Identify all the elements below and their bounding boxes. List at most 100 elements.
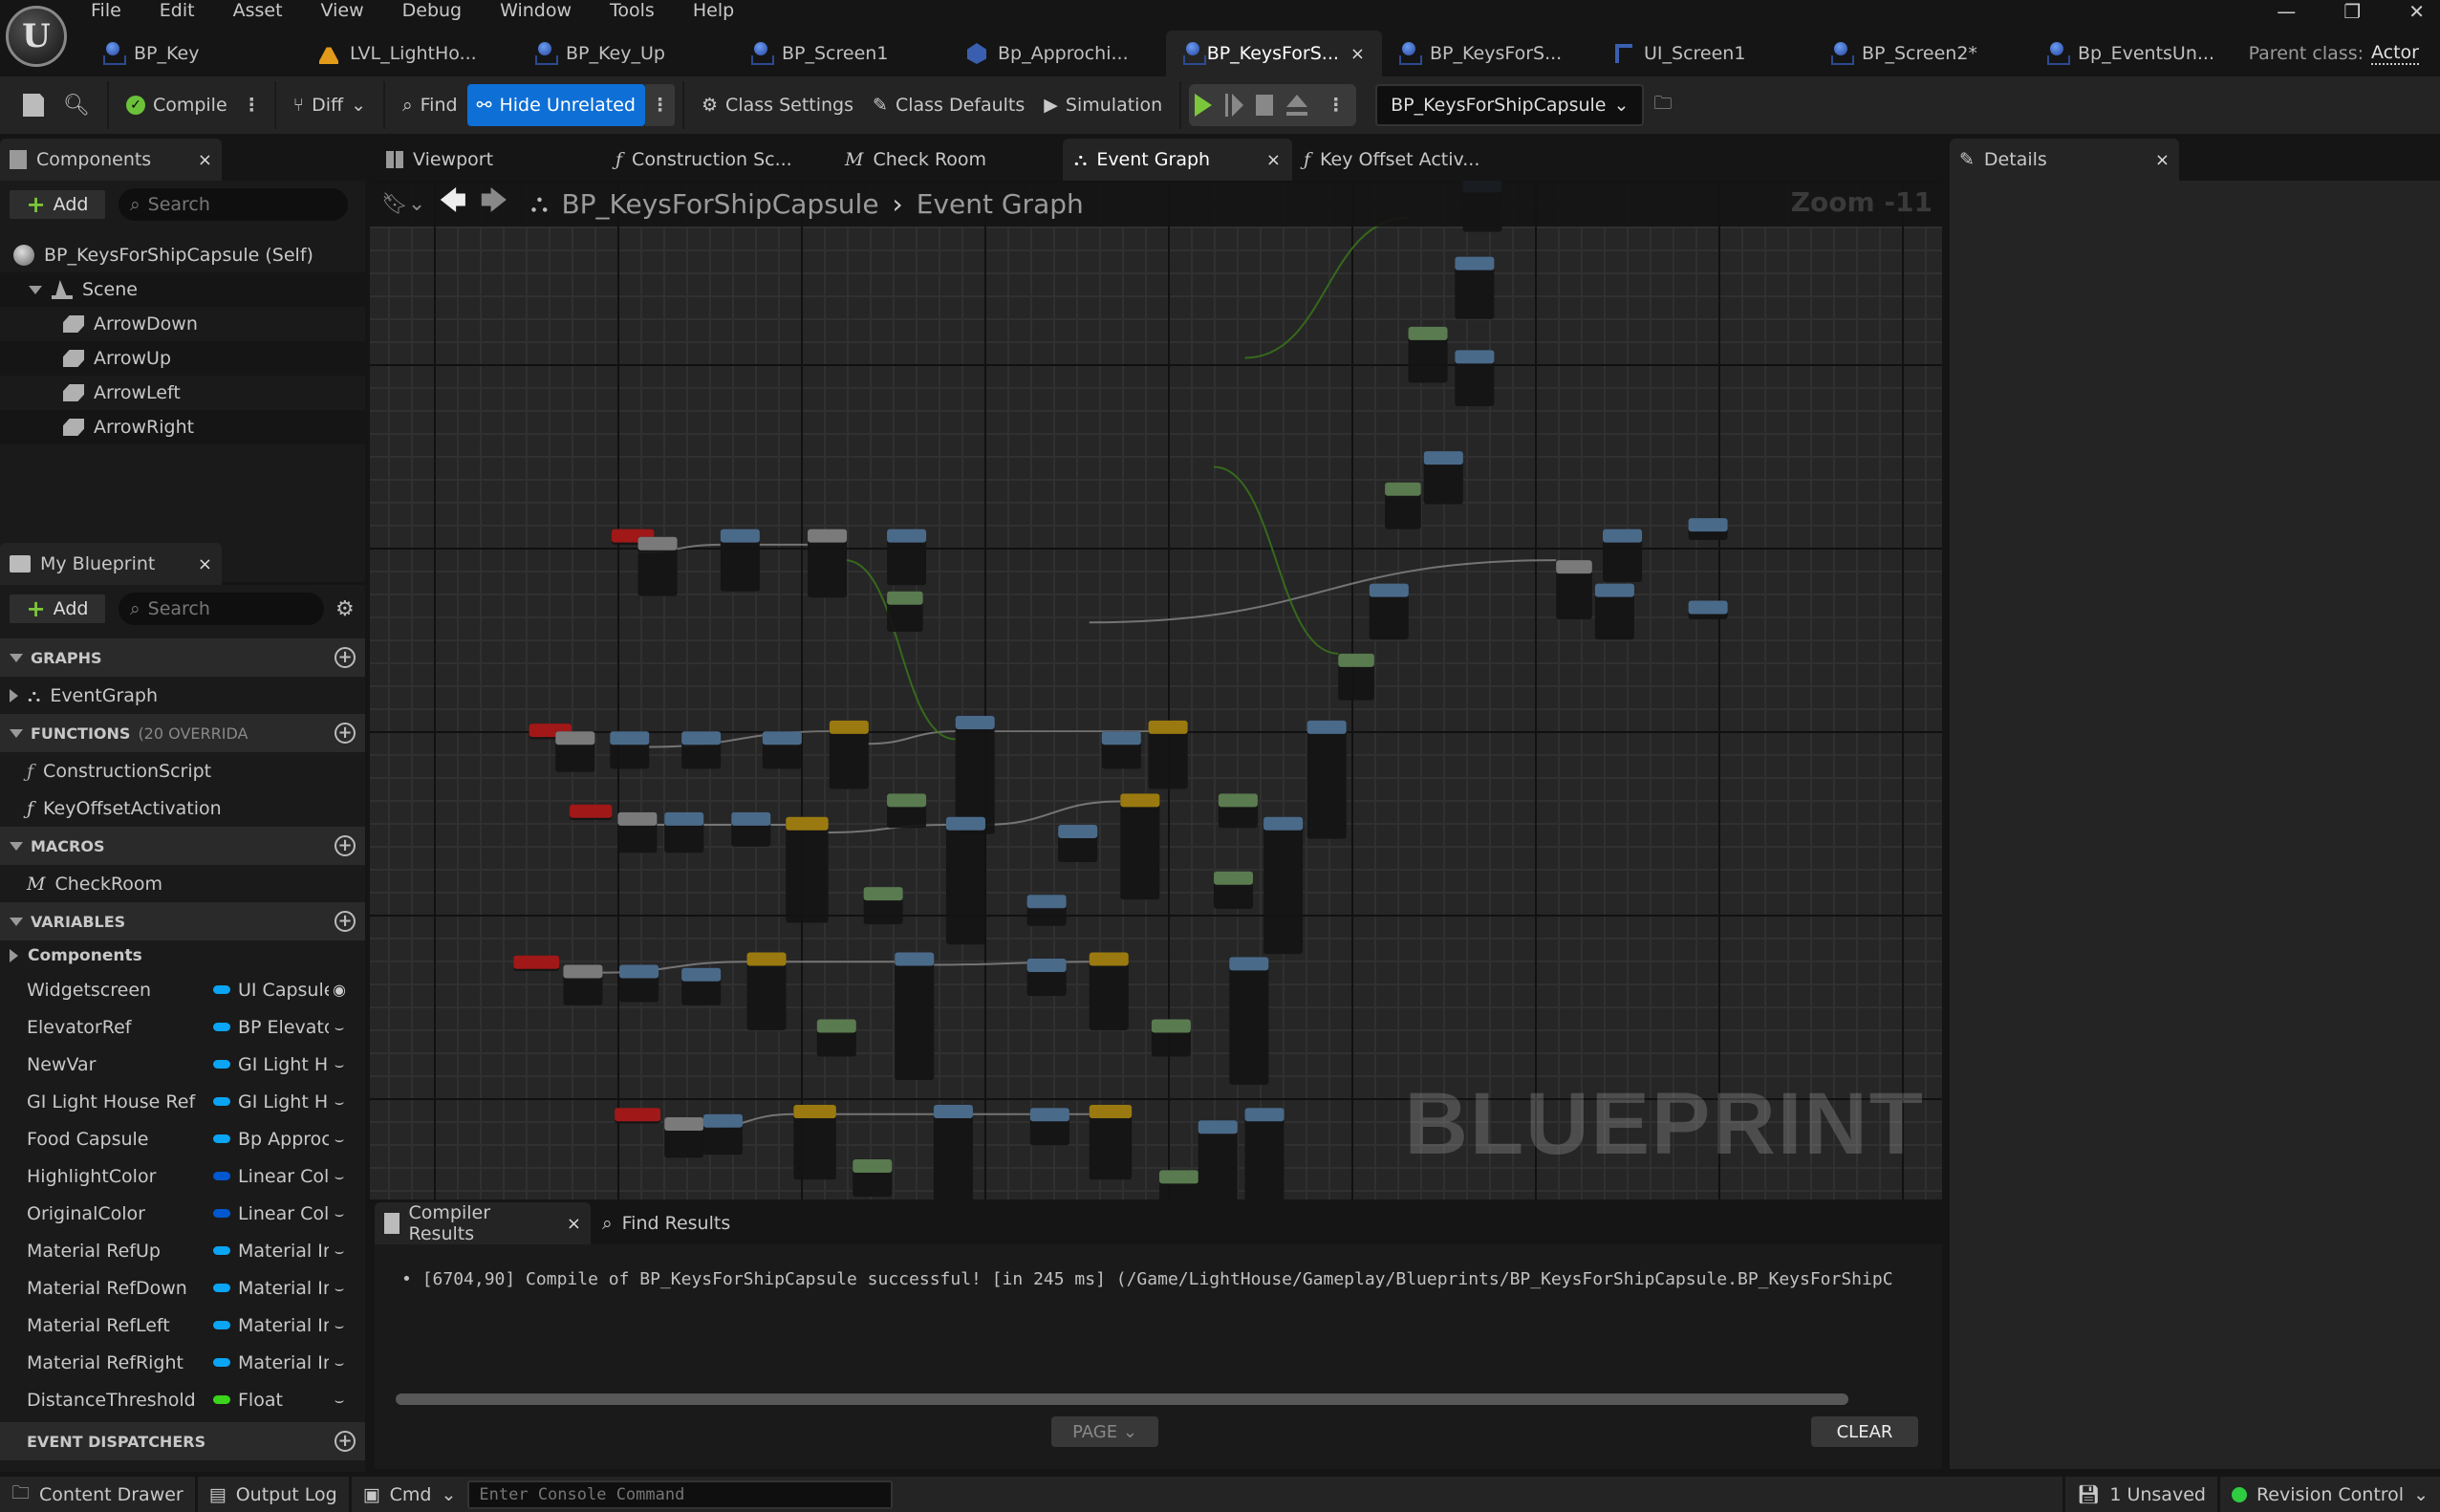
graph-node[interactable] [1229,957,1269,1085]
graph-node[interactable] [829,720,869,789]
graph-node[interactable] [1423,451,1463,505]
graph-node[interactable] [1408,326,1448,383]
hide-unrelated-button[interactable]: ⚯ Hide Unrelated [466,84,645,126]
expand-icon[interactable] [10,688,18,702]
tab-find-results[interactable]: ⌕ Find Results [591,1202,782,1244]
eye-closed-icon[interactable]: ⌣ [329,1279,350,1298]
graph-node[interactable] [1213,871,1254,909]
graph-node[interactable] [610,731,650,769]
add-variable-icon[interactable]: + [335,911,356,932]
variable-item[interactable]: DistanceThreshold Float ⌣ [0,1381,365,1418]
macro-item-checkroom[interactable]: M CheckRoom [0,865,365,902]
tab-check-room[interactable]: M Check Room [833,139,1063,181]
variable-item[interactable]: Food Capsule Bp Approc ⌣ [0,1120,365,1157]
graph-node[interactable] [731,811,771,847]
add-component-button[interactable]: + Add [8,188,107,221]
eye-closed-icon[interactable]: ⌣ [329,1092,350,1112]
graph-node[interactable] [1148,720,1188,789]
graph-node[interactable] [887,529,927,586]
graph-node[interactable] [637,536,678,596]
menu-tools[interactable]: Tools [610,0,655,21]
graph-node[interactable] [1594,583,1634,640]
function-item-keyoffsetactivation[interactable]: ƒ KeyOffsetActivation [0,789,365,827]
graph-node[interactable] [746,952,787,1030]
close-tab-icon[interactable]: × [1266,150,1281,170]
tree-item-arrowup[interactable]: ArrowUp [0,341,365,376]
graph-node[interactable] [555,731,595,772]
graphs-section-header[interactable]: GRAPHS + [0,638,365,677]
console-command-input[interactable] [467,1480,894,1509]
variable-item[interactable]: Material RefDown Material In ⌣ [0,1269,365,1307]
bookmark-icon[interactable]: 🔖︎⌄ [381,192,425,216]
graph-node[interactable] [816,1019,856,1057]
graph-node[interactable] [1026,958,1067,997]
find-button[interactable]: ⌕ Find [393,84,467,126]
unsaved-button[interactable]: 💾︎ 1 Unsaved [2062,1477,2220,1512]
eye-closed-icon[interactable]: ⌣ [329,1204,350,1223]
revision-control-button[interactable]: Revision Control ⌄ [2220,1477,2440,1512]
close-panel-icon[interactable]: × [2155,150,2170,170]
graph-node[interactable] [1603,529,1643,582]
variable-item[interactable]: Material RefRight Material In ⌣ [0,1344,365,1381]
eye-closed-icon[interactable]: ⌣ [329,1167,350,1186]
eye-closed-icon[interactable]: ⌣ [329,1130,350,1149]
graph-node[interactable] [863,887,903,925]
play-options-button[interactable]: ⋮ [1321,95,1350,116]
eye-closed-icon[interactable]: ⌣ [329,1242,350,1261]
graph-node[interactable] [1151,1019,1191,1057]
doc-tab-lvl-lighthouse[interactable]: LVL_LightHo... [302,31,518,76]
graph-node[interactable] [1026,895,1067,926]
eye-closed-icon[interactable]: ⌣ [329,1055,350,1074]
graph-node[interactable] [569,804,613,821]
components-search-input[interactable]: ⌕ Search [119,188,348,221]
expand-icon[interactable] [10,949,18,962]
graph-node[interactable] [786,816,829,923]
clear-button[interactable]: CLEAR [1811,1416,1918,1447]
graph-node[interactable] [681,731,722,769]
graph-node[interactable] [1369,583,1409,640]
graph-node[interactable] [1306,720,1347,839]
graph-node[interactable] [1089,952,1129,1030]
graph-node[interactable] [1058,824,1098,863]
add-function-icon[interactable]: + [335,723,356,744]
graph-node[interactable] [1338,653,1374,701]
eye-closed-icon[interactable]: ⌣ [329,1391,350,1410]
tree-item-arrowright[interactable]: ArrowRight [0,410,365,444]
graph-node[interactable] [1029,1108,1069,1146]
details-tab[interactable]: ✎ Details × [1950,139,2179,181]
add-macro-icon[interactable]: + [335,835,356,856]
class-defaults-button[interactable]: ✎ Class Defaults [863,84,1034,126]
graph-node[interactable] [887,591,923,633]
eject-icon[interactable] [1286,95,1308,116]
graph-node[interactable] [853,1159,893,1198]
doc-tab-bp-eventsun[interactable]: Bp_EventsUn... [2030,31,2246,76]
tab-key-offset-activation[interactable]: ƒ Key Offset Activ... [1292,139,1522,181]
my-blueprint-search-input[interactable]: ⌕ Search [119,593,324,625]
close-panel-icon[interactable]: × [567,1214,581,1234]
add-graph-icon[interactable]: + [335,647,356,668]
graph-node[interactable] [1159,1170,1199,1199]
expand-icon[interactable] [29,285,42,294]
graph-node[interactable] [762,731,802,769]
compile-button[interactable]: ✓ Compile [117,84,237,126]
doc-tab-bp-keysforshipcapsule[interactable]: BP_KeysForS... × [1166,31,1382,76]
graph-node[interactable] [1385,482,1421,529]
graph-node[interactable] [664,811,704,853]
graph-node[interactable] [1120,793,1160,900]
variable-item[interactable]: Material RefUp Material In ⌣ [0,1232,365,1269]
graph-node[interactable] [720,529,760,592]
graph-node[interactable] [1244,1108,1285,1199]
back-arrow-icon[interactable]: 🡄 [439,181,466,227]
close-panel-icon[interactable]: × [198,150,212,170]
menu-view[interactable]: View [321,0,364,21]
add-dispatcher-icon[interactable]: + [335,1431,356,1452]
variable-item[interactable]: OriginalColor Linear Col ⌣ [0,1195,365,1232]
graph-node[interactable] [681,967,722,1005]
step-icon[interactable] [1225,94,1244,117]
functions-section-header[interactable]: FUNCTIONS (20 OVERRIDA + [0,714,365,752]
variable-item[interactable]: Widgetscreen UI Capsule ◉ [0,971,365,1008]
diff-button[interactable]: ⑂ Diff ⌄ [284,84,376,126]
variable-item[interactable]: GI Light House Ref GI Light H ⌣ [0,1083,365,1120]
play-icon[interactable] [1195,94,1213,117]
tree-item-arrowdown[interactable]: ArrowDown [0,307,365,341]
